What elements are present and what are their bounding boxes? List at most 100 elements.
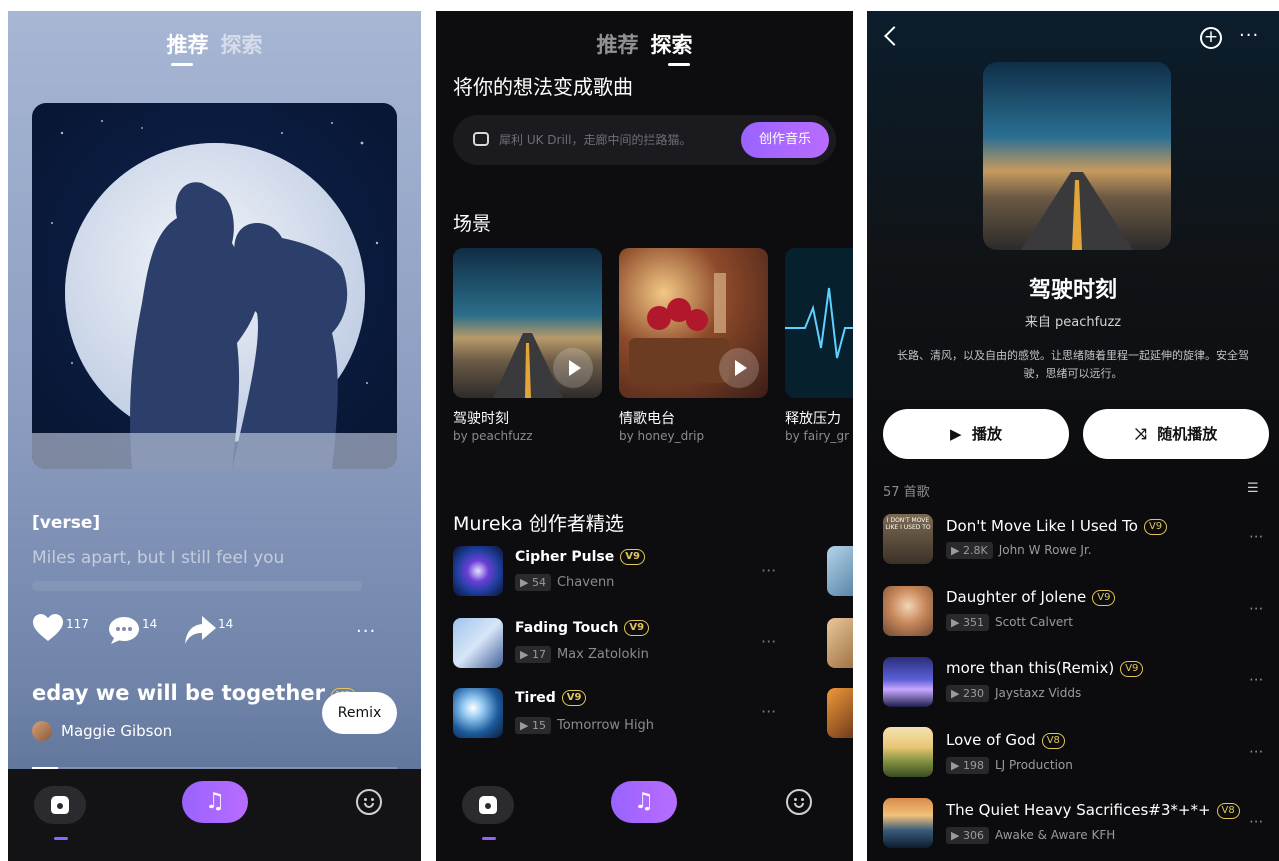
- song-title[interactable]: Love of God V8: [946, 731, 1065, 749]
- version-badge: V8: [1041, 733, 1065, 749]
- song-meta: ▶ 351 Scott Calvert: [946, 614, 1073, 631]
- track-title[interactable]: Fading Touch V9: [515, 620, 650, 636]
- create-music-button[interactable]: 创作音乐: [741, 122, 829, 158]
- version-badge: V9: [1143, 519, 1168, 535]
- scene-title[interactable]: 释放压力: [785, 408, 841, 428]
- artist-avatar[interactable]: [32, 721, 52, 741]
- share-button[interactable]: [184, 616, 216, 648]
- profile-icon[interactable]: [356, 789, 382, 815]
- track-title[interactable]: Cipher Pulse V9: [515, 549, 645, 565]
- scene-title[interactable]: 情歌电台: [619, 408, 675, 428]
- more-options-icon[interactable]: ···: [761, 561, 776, 580]
- cover-art[interactable]: [32, 103, 397, 469]
- more-options-icon[interactable]: ···: [356, 621, 376, 642]
- music-note-icon: ♫: [634, 789, 654, 814]
- track-artist[interactable]: Chavenn: [557, 575, 614, 590]
- play-count: ▶ 17: [515, 646, 551, 663]
- track-meta: ▶ 54 Chavenn: [515, 574, 614, 591]
- creators-heading: Mureka 创作者精选: [453, 513, 624, 535]
- bottom-nav: ♫: [8, 769, 421, 861]
- song-meta: ▶ 198 LJ Production: [946, 757, 1073, 774]
- tab-explore[interactable]: 探索: [221, 33, 263, 57]
- song-title[interactable]: The Quiet Heavy Sacrifices#3*+*+ V8: [946, 801, 1240, 819]
- track-cover[interactable]: [453, 546, 503, 596]
- scene-card-driving[interactable]: [453, 248, 602, 398]
- more-options-icon[interactable]: ···: [1249, 813, 1263, 831]
- track-cover[interactable]: [827, 618, 853, 668]
- track-title[interactable]: Tired V9: [515, 690, 587, 706]
- song-artist[interactable]: John W Rowe Jr.: [999, 543, 1092, 557]
- song-artist[interactable]: Jaystaxz Vidds: [995, 686, 1081, 700]
- artist-name[interactable]: Maggie Gibson: [61, 722, 172, 740]
- top-tabs: 推荐 探索: [436, 29, 853, 59]
- explore-screen: 推荐 探索 将你的想法变成歌曲 犀利 UK Drill，走廊中间的拦路猫。 创作音…: [436, 11, 853, 861]
- track-artist[interactable]: Max Zatolokin: [557, 647, 649, 662]
- song-artist[interactable]: LJ Production: [995, 758, 1073, 772]
- song-cover[interactable]: I DON'T MOVE LIKE I USED TO: [883, 514, 933, 564]
- shuffle-button[interactable]: ⤨ 随机播放: [1083, 409, 1269, 459]
- scene-author[interactable]: by fairy_gr: [785, 429, 849, 443]
- song-cover[interactable]: [883, 798, 933, 848]
- nav-home-button[interactable]: [34, 786, 86, 840]
- track-artist[interactable]: Tomorrow High: [557, 718, 654, 733]
- scene-card-stress-relief[interactable]: [785, 248, 853, 398]
- song-title[interactable]: Don't Move Like I Used To V9: [946, 517, 1168, 535]
- prompt-bar[interactable]: 犀利 UK Drill，走廊中间的拦路猫。 创作音乐: [453, 115, 836, 165]
- add-icon[interactable]: +: [1200, 27, 1222, 49]
- scene-card-love-radio[interactable]: [619, 248, 768, 398]
- song-cover[interactable]: [883, 657, 933, 707]
- playlist-screen: + ··· 驾驶时刻 来自 peachfuzz 长路、清风，以及自由的感觉。让思…: [867, 11, 1279, 861]
- track-cover[interactable]: [453, 688, 503, 738]
- comment-icon: [109, 617, 139, 644]
- song-title[interactable]: eday we will be togetherV8: [32, 681, 356, 705]
- track-cover[interactable]: [827, 546, 853, 596]
- like-count: 117: [66, 617, 89, 631]
- home-icon: [51, 796, 69, 814]
- comment-button[interactable]: [108, 616, 140, 648]
- song-cover[interactable]: [883, 586, 933, 636]
- like-button[interactable]: [32, 614, 64, 646]
- track-cover[interactable]: [827, 688, 853, 738]
- more-options-icon[interactable]: ···: [1239, 25, 1259, 46]
- tab-recommend[interactable]: 推荐: [167, 33, 209, 57]
- share-icon: [185, 616, 216, 644]
- version-badge: V8: [1216, 803, 1240, 819]
- sort-icon[interactable]: ☰: [1247, 481, 1259, 496]
- profile-icon[interactable]: [786, 789, 812, 815]
- nav-home-button[interactable]: [462, 786, 514, 840]
- version-badge: V9: [620, 549, 645, 565]
- dice-icon[interactable]: [473, 132, 489, 146]
- more-options-icon[interactable]: ···: [761, 702, 776, 721]
- nav-create-button[interactable]: ♫: [182, 781, 248, 823]
- more-options-icon[interactable]: ···: [761, 632, 776, 651]
- prompt-input[interactable]: 犀利 UK Drill，走廊中间的拦路猫。: [499, 131, 691, 148]
- track-cover[interactable]: [453, 618, 503, 668]
- playlist-owner[interactable]: 来自 peachfuzz: [867, 311, 1279, 330]
- remix-button[interactable]: Remix: [322, 692, 397, 734]
- song-cover[interactable]: [883, 727, 933, 777]
- track-meta: ▶ 15 Tomorrow High: [515, 717, 654, 734]
- song-title[interactable]: more than this(Remix) V9: [946, 659, 1144, 677]
- more-options-icon[interactable]: ···: [1249, 743, 1263, 761]
- nav-active-indicator: [54, 837, 68, 840]
- song-title[interactable]: Daughter of Jolene V9: [946, 588, 1116, 606]
- more-options-icon[interactable]: ···: [1249, 600, 1263, 618]
- scene-title[interactable]: 驾驶时刻: [453, 408, 509, 428]
- scene-author[interactable]: by honey_drip: [619, 429, 704, 443]
- top-tabs: 推荐 探索: [8, 29, 421, 59]
- create-heading: 将你的想法变成歌曲: [453, 75, 633, 99]
- play-all-button[interactable]: ▶ 播放: [883, 409, 1069, 459]
- playlist-cover[interactable]: [983, 62, 1171, 250]
- more-options-icon[interactable]: ···: [1249, 528, 1263, 546]
- play-button[interactable]: [719, 348, 759, 388]
- play-button[interactable]: [553, 348, 593, 388]
- tab-recommend[interactable]: 推荐: [597, 33, 639, 57]
- more-options-icon[interactable]: ···: [1249, 671, 1263, 689]
- tab-explore[interactable]: 探索: [651, 33, 693, 57]
- scene-author[interactable]: by peachfuzz: [453, 429, 533, 443]
- nav-create-button[interactable]: ♫: [611, 781, 677, 823]
- play-count: ▶ 2.8K: [946, 542, 993, 559]
- back-icon[interactable]: [884, 26, 904, 46]
- song-artist[interactable]: Awake & Aware KFH: [995, 828, 1115, 842]
- song-artist[interactable]: Scott Calvert: [995, 615, 1073, 629]
